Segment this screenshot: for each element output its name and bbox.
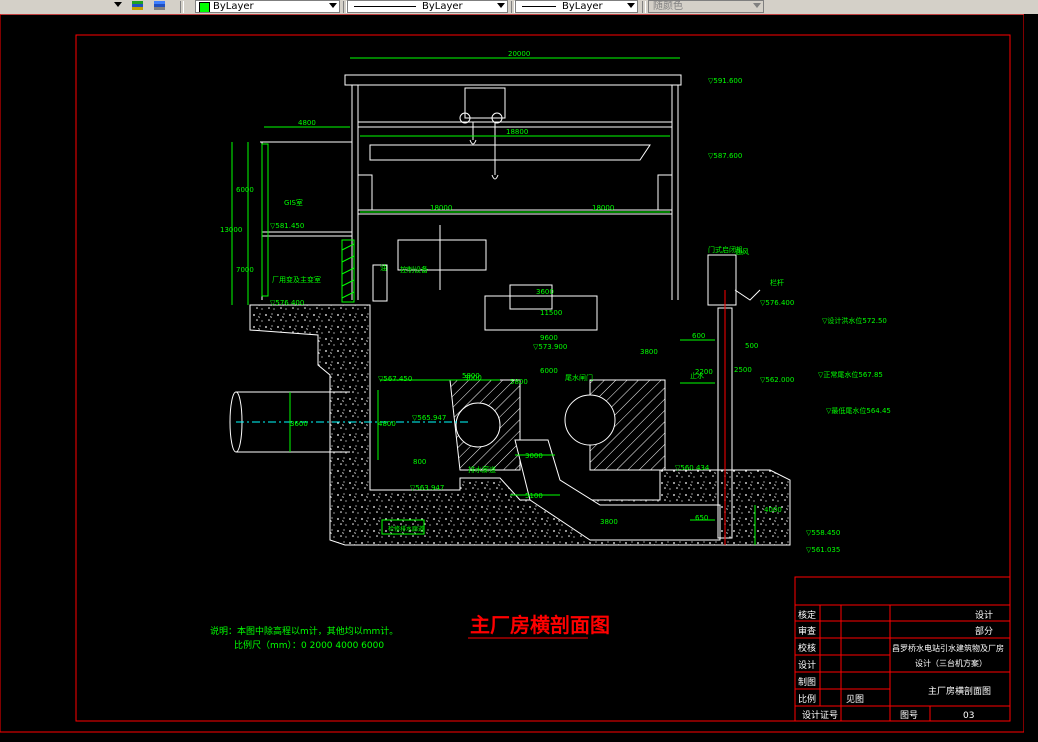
label-oil: 油 (380, 263, 387, 272)
tb-role-6: 比例 (798, 693, 816, 705)
label-tailgate: 尾水闸门 (565, 373, 593, 382)
label-platform: 通风 (735, 247, 749, 256)
elevation-11: ▽562.000 (760, 376, 794, 384)
dim-600: 600 (692, 332, 705, 340)
dim-3800: 3800 (640, 348, 658, 356)
label-normal-tail: ▽正常尾水位567.85 (818, 370, 883, 379)
elevation-6: ▽573.900 (533, 343, 567, 351)
layer-state-icon[interactable] (130, 0, 146, 13)
chevron-down-icon (329, 3, 337, 8)
dim-4800: 4800 (378, 420, 396, 428)
elevation-4: ▽576.400 (270, 299, 304, 307)
dim-2500: 2500 (734, 366, 752, 374)
tb-scale-value: 见图 (846, 694, 864, 705)
dim-3000: 3000 (525, 452, 543, 460)
tb-role-3: 校核 (798, 642, 816, 654)
dim-right-width: 18000 (592, 204, 614, 212)
vertical-scrollbar-edge (1024, 14, 1038, 742)
dim-500: 500 (745, 342, 758, 350)
lineweight-control[interactable]: ByLayer (515, 0, 638, 13)
dim-crane-span: 18800 (506, 128, 528, 136)
tb-drawing-no-label: 图号 (900, 710, 918, 721)
dim-650: 650 (695, 514, 708, 522)
dim-3600b: 3600 (290, 420, 308, 428)
chevron-down-icon (753, 3, 761, 8)
dim-5800c: 5800 (510, 378, 528, 386)
elevation-7: ▽567.450 (378, 375, 412, 383)
dim-height-7000: 7000 (236, 266, 254, 274)
dim-800: 800 (413, 458, 426, 466)
tb-role-2: 审查 (798, 625, 816, 637)
dim-height-6000: 6000 (236, 186, 254, 194)
dim-6000: 6000 (540, 367, 558, 375)
label-control: 控制设备 (400, 265, 428, 274)
label-flood-design: ▽设计洪水位572.50 (822, 316, 887, 325)
lineweight-control-label: ByLayer (562, 1, 603, 12)
tb-project-line1: 昌罗桥水电站引水建筑物及厂房 (892, 643, 1004, 653)
elevation-9: ▽563.947 (410, 484, 444, 492)
color-control[interactable]: ByLayer (195, 0, 340, 13)
properties-toolbar: ByLayer ByLayer ByLayer 随颜色 (0, 0, 1038, 15)
dim-3600: 3600 (536, 288, 554, 296)
tb-role-7: 设计证号 (802, 709, 838, 721)
layer-previous-icon[interactable] (152, 0, 168, 13)
elevation-13: ▽561.035 (806, 546, 840, 554)
label-gis-room: GIS室 (284, 198, 303, 207)
dim-3000b: 3000 (464, 374, 482, 382)
tb-drawing-name: 主厂房横剖面图 (928, 685, 991, 697)
spiral-case (455, 394, 616, 448)
dim-5100: 5100 (525, 492, 543, 500)
color-swatch (199, 2, 210, 12)
dim-4000: 4000 (764, 506, 782, 514)
tb-part: 部分 (975, 625, 993, 637)
note-line-2: 比例尺（mm）：0 2000 4000 6000 (234, 639, 384, 651)
tb-role-5: 制图 (798, 676, 816, 688)
label-water-stop: 止水 (690, 371, 704, 380)
tb-role-4: 设计 (798, 659, 816, 671)
elevation-8: ▽565.947 (412, 414, 446, 422)
elevation-5: ▽576.400 (760, 299, 794, 307)
dim-9600: 9600 (540, 334, 558, 342)
linetype-control[interactable]: ByLayer (347, 0, 508, 13)
tb-design: 设计 (975, 609, 993, 621)
dim-left-width: 18000 (430, 204, 452, 212)
label-railing: 栏杆 (770, 278, 784, 287)
elevation-3: ▽581.450 (270, 222, 304, 230)
label-min-tail: ▽最低尾水位564.45 (826, 406, 891, 415)
label-drain-gallery: 排水廊道 (468, 465, 496, 474)
chevron-down-icon (627, 3, 635, 8)
elevation-1: ▽591.600 (708, 77, 742, 85)
tb-role-1: 核定 (798, 609, 816, 621)
plotstyle-control-label: 随颜色 (653, 1, 683, 12)
title-block-texts: 核定 审查 校核 设计 制图 比例 见图 设计证号 设计 部分 昌罗桥水电站引水… (798, 609, 1004, 721)
dim-11500: 11500 (540, 309, 562, 317)
drawing-title: 主厂房横剖面图 (470, 613, 610, 637)
color-control-label: ByLayer (213, 1, 254, 12)
dim-3800b: 3800 (600, 518, 618, 526)
toolbar-left-dropdown[interactable] (0, 0, 126, 13)
note-line-1: 说明：本图中除高程以m计，其他均以mm计。 (210, 625, 398, 637)
drawing-canvas[interactable]: 20000 18800 4800 18000 18000 6000 7000 1… (0, 14, 1038, 742)
elevation-10: ▽560.434 (675, 464, 710, 472)
elevation-12: ▽558.450 (806, 529, 840, 537)
label-cable-layer: 厂用变及主变室 (272, 275, 321, 284)
elevation-2: ▽587.600 (708, 152, 742, 160)
plotstyle-control[interactable]: 随颜色 (648, 0, 764, 13)
dim-left-annex: 4800 (298, 119, 316, 127)
tb-project-line2: 设计（三台机方案） (915, 658, 987, 668)
chevron-down-icon (497, 3, 505, 8)
linetype-control-label: ByLayer (422, 1, 463, 12)
tb-drawing-no: 03 (963, 711, 974, 721)
dim-top-width: 20000 (508, 50, 530, 58)
powerhouse-superstructure (260, 74, 761, 331)
dim-height-13000: 13000 (220, 226, 242, 234)
label-gallery: 检修排水廊道 (388, 525, 424, 533)
